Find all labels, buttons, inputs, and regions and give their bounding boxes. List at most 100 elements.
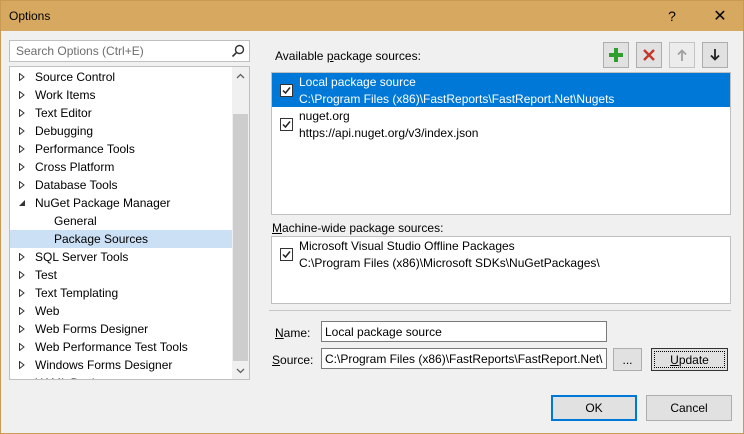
tree-item-label: Web Performance Test Tools	[35, 340, 188, 354]
scroll-thumb[interactable]	[233, 114, 248, 361]
collapsed-arrow-icon[interactable]	[18, 109, 26, 117]
tree-item-label: Cross Platform	[35, 160, 115, 174]
collapsed-arrow-icon[interactable]	[18, 73, 26, 81]
name-label-rest: ame:	[283, 326, 311, 340]
scroll-up-button[interactable]	[232, 67, 249, 84]
tree-item-label: Text Editor	[35, 106, 92, 120]
collapsed-arrow-icon[interactable]	[18, 307, 26, 315]
close-button[interactable]: ✕	[697, 1, 743, 31]
arrow-up-icon	[677, 49, 687, 61]
tree-item[interactable]: Source Control	[10, 68, 233, 86]
tree-item[interactable]: Web Forms Designer	[10, 320, 233, 338]
source-path: https://api.nuget.org/v3/index.json	[299, 126, 479, 140]
collapsed-arrow-icon[interactable]	[18, 343, 26, 351]
tree-item[interactable]: Web	[10, 302, 233, 320]
tree-scrollbar[interactable]	[232, 67, 249, 379]
ok-button[interactable]: OK	[551, 395, 637, 421]
checkmark-icon	[282, 87, 291, 95]
collapsed-arrow-icon[interactable]	[18, 361, 26, 369]
machine-sources-items: Microsoft Visual Studio Offline Packages…	[272, 237, 730, 271]
available-label-rest: ackage sources:	[333, 49, 421, 63]
source-name: Microsoft Visual Studio Offline Packages	[299, 239, 515, 253]
tree-item[interactable]: Performance Tools	[10, 140, 233, 158]
source-checkbox[interactable]	[280, 84, 293, 97]
tree-item[interactable]: Web Performance Test Tools	[10, 338, 233, 356]
options-dialog: Options ? ✕ Source Control Work Items Text…	[0, 0, 744, 434]
window-title: Options	[9, 9, 51, 23]
available-label-part: Available	[275, 49, 327, 63]
collapsed-arrow-icon[interactable]	[18, 127, 26, 135]
tree-item-label: Package Sources	[54, 232, 149, 246]
tree-item[interactable]: Windows Forms Designer	[10, 356, 233, 374]
expanded-arrow-icon[interactable]	[18, 199, 26, 207]
tree-item-label: Database Tools	[35, 178, 118, 192]
collapsed-arrow-icon[interactable]	[18, 163, 26, 171]
tree-item[interactable]: SQL Server Tools	[10, 248, 233, 266]
tree-item-label: Test	[35, 268, 58, 282]
tree-item-label: XAML Designer	[35, 374, 119, 379]
collapsed-arrow-icon[interactable]	[18, 181, 26, 189]
update-label-rest: pdate	[678, 352, 709, 367]
machine-sources-label: Machine-wide package sources:	[272, 221, 443, 235]
tree-item[interactable]: Package Sources	[10, 230, 233, 248]
source-path: C:\Program Files (x86)\FastReports\FastR…	[299, 92, 615, 106]
plus-icon	[609, 48, 623, 62]
collapsed-arrow-icon[interactable]	[18, 271, 26, 279]
tree-item[interactable]: Cross Platform	[10, 158, 233, 176]
machine-label-accel: M	[272, 221, 282, 235]
name-field[interactable]	[322, 322, 606, 341]
help-button[interactable]: ?	[649, 1, 695, 31]
tree-item-label: Windows Forms Designer	[35, 358, 173, 372]
tree-item-label: Debugging	[35, 124, 94, 138]
update-label-accel: U	[670, 352, 679, 367]
source-item[interactable]: Local package source C:\Program Files (x8…	[272, 73, 730, 107]
tree-item[interactable]: Text Editor	[10, 104, 233, 122]
chevron-down-icon	[236, 368, 245, 373]
move-down-button[interactable]	[702, 42, 728, 68]
source-checkbox[interactable]	[280, 118, 293, 131]
source-label-accel: S	[272, 353, 281, 367]
cancel-button[interactable]: Cancel	[646, 395, 732, 421]
source-name: Local package source	[299, 75, 416, 89]
available-sources-items: Local package source C:\Program Files (x8…	[272, 73, 730, 141]
tree-item-label: Source Control	[35, 70, 116, 84]
source-field-box	[321, 348, 607, 369]
source-item[interactable]: nuget.org https://api.nuget.org/v3/index.…	[272, 107, 730, 141]
tree-item[interactable]: XAML Designer	[10, 374, 233, 380]
search-box	[9, 40, 250, 62]
tree-item[interactable]: Test	[10, 266, 233, 284]
tree-list: Source Control Work Items Text Editor Debug…	[10, 68, 233, 380]
machine-label-rest: achine-wide package sources:	[282, 221, 444, 235]
collapsed-arrow-icon[interactable]	[18, 325, 26, 333]
tree-item-label: SQL Server Tools	[35, 250, 129, 264]
available-sources-list: Local package source C:\Program Files (x8…	[271, 72, 731, 215]
tree-item[interactable]: Text Templating	[10, 284, 233, 302]
move-up-button[interactable]	[669, 42, 695, 68]
add-source-button[interactable]	[603, 42, 629, 68]
tree-item-label: Text Templating	[35, 286, 119, 300]
collapsed-arrow-icon[interactable]	[18, 145, 26, 153]
collapsed-arrow-icon[interactable]	[18, 289, 26, 297]
remove-source-button[interactable]	[636, 42, 662, 68]
search-input[interactable]	[14, 43, 224, 59]
collapsed-arrow-icon[interactable]	[18, 91, 26, 99]
source-checkbox[interactable]	[280, 248, 293, 261]
collapsed-arrow-icon[interactable]	[18, 253, 26, 261]
update-button[interactable]: Update	[651, 348, 728, 371]
scroll-down-button[interactable]	[232, 362, 249, 379]
tree-item[interactable]: Debugging	[10, 122, 233, 140]
tree-item[interactable]: NuGet Package Manager	[10, 194, 233, 212]
tree-item[interactable]: Database Tools	[10, 176, 233, 194]
tree-item[interactable]: General	[10, 212, 233, 230]
collapsed-arrow-icon[interactable]	[18, 379, 26, 380]
source-item[interactable]: Microsoft Visual Studio Offline Packages…	[272, 237, 730, 271]
browse-button[interactable]: ...	[613, 348, 642, 371]
tree-item-label: NuGet Package Manager	[35, 196, 171, 210]
tree-item-label: Performance Tools	[35, 142, 135, 156]
tree-item[interactable]: Work Items	[10, 86, 233, 104]
tree-item-label: Web	[35, 304, 60, 318]
source-field[interactable]	[322, 349, 606, 368]
tree-item-label: Work Items	[35, 88, 96, 102]
search-icon[interactable]	[231, 44, 245, 58]
chevron-up-icon	[236, 73, 245, 78]
